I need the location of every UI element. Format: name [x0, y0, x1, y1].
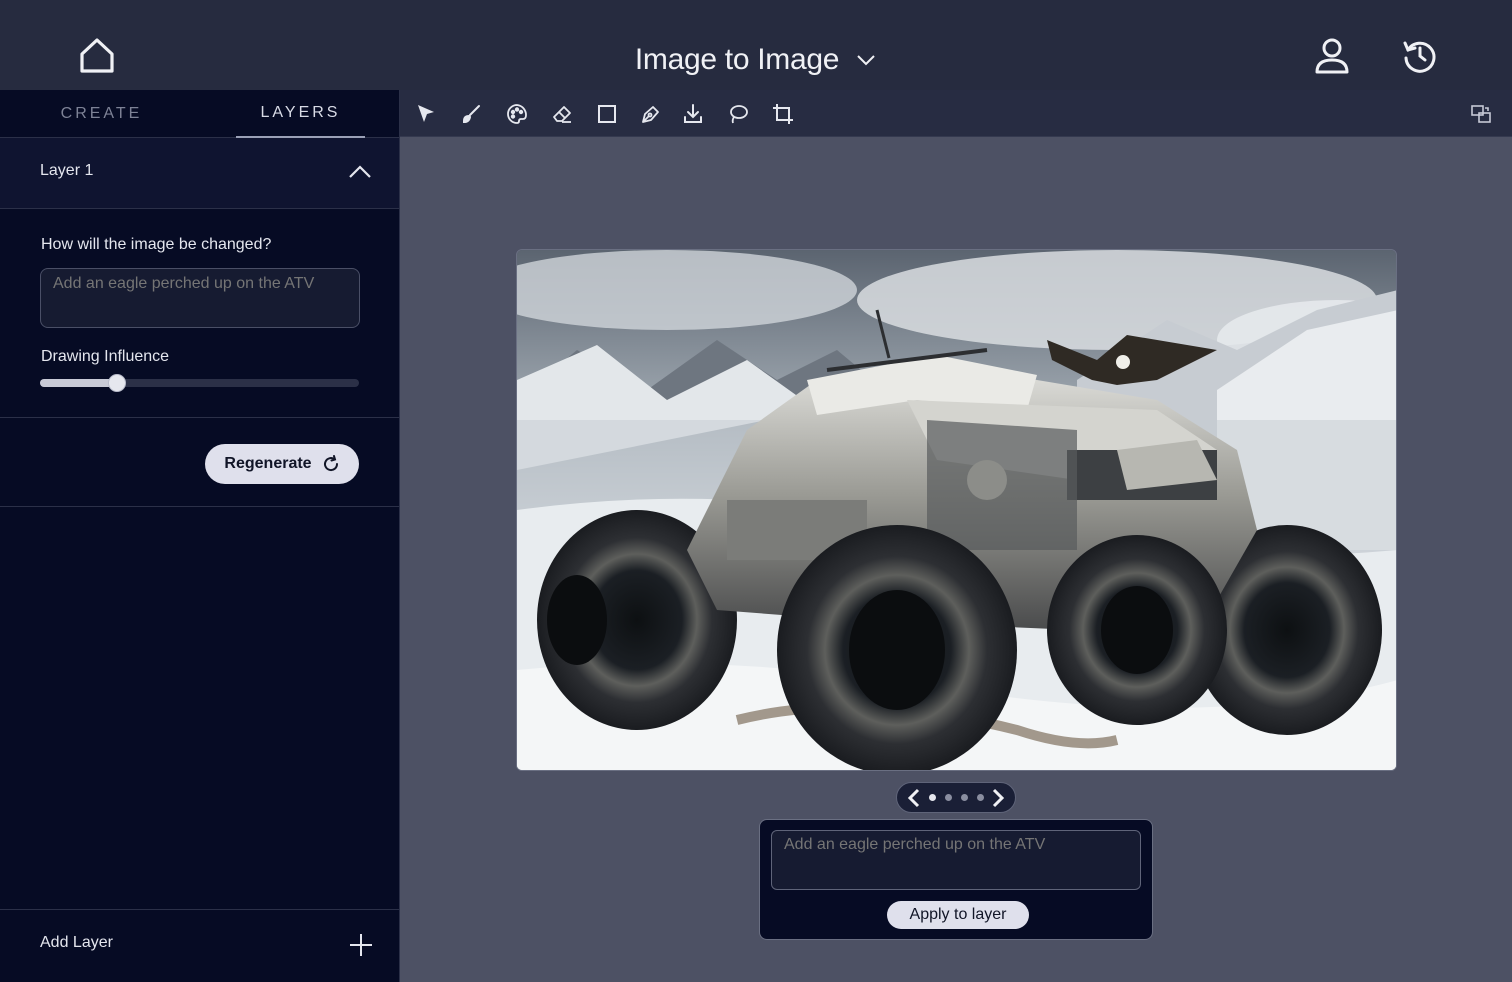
- next-arrow-icon[interactable]: [989, 787, 1007, 809]
- pen-tool-icon[interactable]: [638, 101, 664, 127]
- compare-tool-icon[interactable]: [1468, 101, 1494, 127]
- regenerate-label: Regenerate: [224, 455, 312, 472]
- lasso-tool-icon[interactable]: [725, 101, 751, 127]
- layer-1-header[interactable]: Layer 1: [0, 138, 399, 209]
- slider-thumb[interactable]: [107, 374, 126, 392]
- pager-dot[interactable]: [960, 794, 968, 801]
- layer-name: Layer 1: [40, 162, 94, 179]
- mode-selector[interactable]: Image to Image: [0, 38, 1512, 82]
- apply-panel: Apply to layer: [759, 819, 1153, 940]
- download-tool-icon[interactable]: [680, 101, 706, 127]
- divider: [0, 506, 399, 507]
- palette-tool-icon[interactable]: [504, 101, 530, 127]
- panel-tabs: CREATE LAYERS: [0, 90, 399, 138]
- generated-image[interactable]: [516, 249, 1397, 771]
- rectangle-tool-icon[interactable]: [594, 101, 620, 127]
- canvas-workspace: Apply to layer: [400, 90, 1512, 982]
- user-button[interactable]: [1310, 34, 1354, 78]
- prev-arrow-icon[interactable]: [905, 787, 923, 809]
- chevron-down-icon[interactable]: [855, 49, 877, 71]
- apply-to-layer-button[interactable]: Apply to layer: [887, 901, 1029, 929]
- chevron-up-icon[interactable]: [348, 162, 372, 182]
- top-bar: Image to Image: [0, 0, 1512, 90]
- refresh-icon: [323, 455, 338, 472]
- divider: [0, 417, 399, 418]
- crop-tool-icon[interactable]: [770, 101, 796, 127]
- drawing-toolbar: [400, 90, 1512, 137]
- add-layer-button[interactable]: Add Layer: [0, 909, 399, 982]
- history-icon: [1403, 41, 1436, 73]
- regenerate-button[interactable]: Regenerate: [205, 444, 359, 484]
- user-icon: [1315, 38, 1349, 74]
- eraser-tool-icon[interactable]: [549, 101, 575, 127]
- pager-dot[interactable]: [928, 794, 936, 801]
- add-layer-label: Add Layer: [40, 934, 113, 951]
- layer-prompt-input[interactable]: [40, 268, 360, 328]
- brush-tool-icon[interactable]: [458, 101, 484, 127]
- prompt-label: How will the image be changed?: [41, 236, 272, 253]
- history-button[interactable]: [1398, 34, 1442, 78]
- slider-fill: [40, 379, 117, 387]
- page-title: Image to Image: [634, 43, 840, 76]
- select-tool-icon[interactable]: [413, 101, 439, 127]
- tab-layers[interactable]: LAYERS: [236, 90, 365, 138]
- pager-dots: [928, 794, 984, 801]
- layers-panel: CREATE LAYERS Layer 1 How will the image…: [0, 90, 400, 982]
- drawing-influence-slider[interactable]: [40, 374, 359, 392]
- apply-prompt-input[interactable]: [771, 830, 1141, 890]
- pager-dot[interactable]: [976, 794, 984, 801]
- pager-dot[interactable]: [944, 794, 952, 801]
- tab-create[interactable]: CREATE: [0, 90, 203, 138]
- drawing-influence-label: Drawing Influence: [41, 348, 170, 365]
- result-pager: [896, 782, 1016, 813]
- plus-icon: [350, 934, 372, 956]
